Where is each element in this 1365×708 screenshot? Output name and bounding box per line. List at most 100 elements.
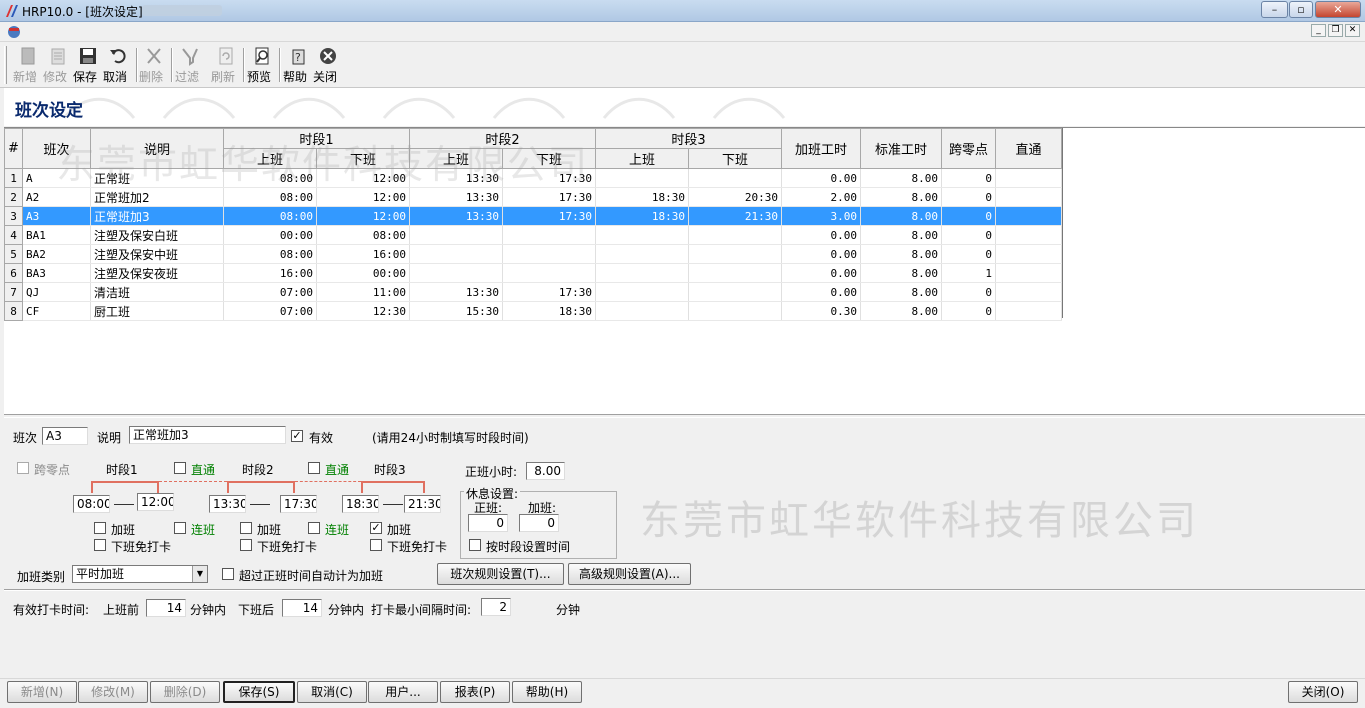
toolbar-save-button[interactable]: 保存 <box>73 45 103 85</box>
table-row[interactable]: 7 QJ 清洁班 07:00 11:00 13:30 17:30 0.00 8.… <box>4 282 1062 302</box>
cell-cross[interactable]: 0 <box>941 168 996 188</box>
cell-code[interactable]: A <box>22 168 91 188</box>
cell-seg2-off[interactable]: 17:30 <box>502 187 596 207</box>
bottom-help-button[interactable]: 帮助(H) <box>512 681 582 703</box>
cell-seg3-off[interactable]: 20:30 <box>688 187 782 207</box>
cell-seg3-off[interactable] <box>688 225 782 245</box>
normal-hours-input[interactable]: 8.00 <box>526 462 565 480</box>
table-row[interactable]: 6 BA3 注塑及保安夜班 16:00 00:00 0.00 8.00 1 <box>4 263 1062 283</box>
col-header-code[interactable]: 班次 <box>22 128 91 169</box>
mdi-close-button[interactable]: ✕ <box>1345 24 1360 37</box>
cell-seg3-on[interactable]: 18:30 <box>595 206 689 226</box>
bottom-edit-button[interactable]: 修改(M) <box>78 681 148 703</box>
cell-seg3-on[interactable] <box>595 301 689 321</box>
cell-seg1-on[interactable]: 08:00 <box>223 206 317 226</box>
cell-seg3-on[interactable] <box>595 225 689 245</box>
cell-seg2-on[interactable] <box>409 263 503 283</box>
cell-direct[interactable] <box>995 225 1062 245</box>
segment1-direct-checkbox[interactable] <box>174 462 186 474</box>
cell-seg2-on[interactable]: 13:30 <box>409 206 503 226</box>
segment3-on-input[interactable]: 18:30 <box>342 495 379 513</box>
cell-code[interactable]: BA3 <box>22 263 91 283</box>
overtime-type-select[interactable]: 平时加班 ▼ <box>72 565 208 583</box>
cell-seg3-off[interactable] <box>688 244 782 264</box>
cell-desc[interactable]: 注塑及保安夜班 <box>90 263 224 283</box>
cell-standard[interactable]: 8.00 <box>860 225 942 245</box>
cell-overtime[interactable]: 0.00 <box>781 263 861 283</box>
cell-desc[interactable]: 正常班加2 <box>90 187 224 207</box>
cell-overtime[interactable]: 0.00 <box>781 168 861 188</box>
by-segment-checkbox[interactable] <box>469 539 481 551</box>
cell-overtime[interactable]: 3.00 <box>781 206 861 226</box>
cell-standard[interactable]: 8.00 <box>860 187 942 207</box>
min-interval-input[interactable]: 2 <box>481 598 511 616</box>
advanced-rule-button[interactable]: 高级规则设置(A)... <box>568 563 691 585</box>
mdi-minimize-button[interactable]: _ <box>1311 24 1326 37</box>
cell-seg1-on[interactable]: 08:00 <box>223 168 317 188</box>
table-row[interactable]: 1 A 正常班 08:00 12:00 13:30 17:30 0.00 8.0… <box>4 168 1062 188</box>
toolbar-new-button[interactable]: 新增 <box>13 45 43 85</box>
cell-desc[interactable]: 厨工班 <box>90 301 224 321</box>
cell-seg1-off[interactable]: 08:00 <box>316 225 410 245</box>
col-header-seg2-off[interactable]: 下班 <box>502 148 596 169</box>
rest-overtime-input[interactable]: 0 <box>519 514 559 532</box>
cell-code[interactable]: QJ <box>22 282 91 302</box>
cell-overtime[interactable]: 0.30 <box>781 301 861 321</box>
cell-standard[interactable]: 8.00 <box>860 282 942 302</box>
close-window-button[interactable]: ✕ <box>1315 1 1361 18</box>
cell-direct[interactable] <box>995 168 1062 188</box>
bottom-cancel-button[interactable]: 取消(C) <box>297 681 367 703</box>
cell-seg1-off[interactable]: 00:00 <box>316 263 410 283</box>
col-header-seg1[interactable]: 时段1 <box>223 128 410 149</box>
segment3-overtime-checkbox[interactable]: ✓ <box>370 522 382 534</box>
valid-checkbox[interactable]: ✓ <box>291 430 303 442</box>
col-header-seg2-on[interactable]: 上班 <box>409 148 503 169</box>
segment2-overtime-checkbox[interactable] <box>240 522 252 534</box>
toolbar-edit-button[interactable]: 修改 <box>43 45 73 85</box>
bottom-save-button[interactable]: 保存(S) <box>223 681 295 703</box>
cell-seg1-off[interactable]: 12:00 <box>316 168 410 188</box>
toolbar-cancel-button[interactable]: 取消 <box>103 45 133 85</box>
table-row[interactable]: 4 BA1 注塑及保安白班 00:00 08:00 0.00 8.00 0 <box>4 225 1062 245</box>
cell-seg3-off[interactable] <box>688 168 782 188</box>
cell-direct[interactable] <box>995 206 1062 226</box>
system-menu-icon[interactable] <box>6 24 22 39</box>
mdi-restore-button[interactable]: ❐ <box>1328 24 1343 37</box>
shift-desc-input[interactable]: 正常班加3 <box>129 426 286 444</box>
toolbar-close-button[interactable]: 关闭 <box>313 45 343 85</box>
toolbar-refresh-button[interactable]: 刷新 <box>211 45 241 85</box>
cell-cross[interactable]: 1 <box>941 263 996 283</box>
cell-seg3-on[interactable] <box>595 282 689 302</box>
cell-cross[interactable]: 0 <box>941 187 996 207</box>
cell-seg2-off[interactable]: 17:30 <box>502 282 596 302</box>
col-header-seg3[interactable]: 时段3 <box>595 128 782 149</box>
cell-code[interactable]: BA2 <box>22 244 91 264</box>
cell-seg1-on[interactable]: 16:00 <box>223 263 317 283</box>
col-header-seg2[interactable]: 时段2 <box>409 128 596 149</box>
segment2-free-punch-checkbox[interactable] <box>240 539 252 551</box>
cell-direct[interactable] <box>995 187 1062 207</box>
cell-overtime[interactable]: 2.00 <box>781 187 861 207</box>
toolbar-filter-button[interactable]: 过滤 <box>175 45 205 85</box>
segment1-overtime-checkbox[interactable] <box>94 522 106 534</box>
cell-direct[interactable] <box>995 263 1062 283</box>
cell-seg3-on[interactable]: 18:30 <box>595 187 689 207</box>
col-header-cross[interactable]: 跨零点 <box>941 128 996 169</box>
col-header-standard[interactable]: 标准工时 <box>860 128 942 169</box>
cross-midnight-checkbox[interactable] <box>17 462 29 474</box>
cell-seg1-on[interactable]: 07:00 <box>223 301 317 321</box>
col-header-direct[interactable]: 直通 <box>995 128 1062 169</box>
cell-desc[interactable]: 正常班 <box>90 168 224 188</box>
cell-standard[interactable]: 8.00 <box>860 168 942 188</box>
cell-cross[interactable]: 0 <box>941 244 996 264</box>
cell-overtime[interactable]: 0.00 <box>781 225 861 245</box>
cell-standard[interactable]: 8.00 <box>860 206 942 226</box>
cell-code[interactable]: CF <box>22 301 91 321</box>
toolbar-help-button[interactable]: ? 帮助 <box>283 45 313 85</box>
cell-seg1-on[interactable]: 08:00 <box>223 244 317 264</box>
cell-seg1-on[interactable]: 00:00 <box>223 225 317 245</box>
minimize-button[interactable]: – <box>1261 1 1288 18</box>
col-header-index[interactable]: # <box>4 128 23 169</box>
cell-direct[interactable] <box>995 301 1062 321</box>
cell-seg3-off[interactable]: 21:30 <box>688 206 782 226</box>
